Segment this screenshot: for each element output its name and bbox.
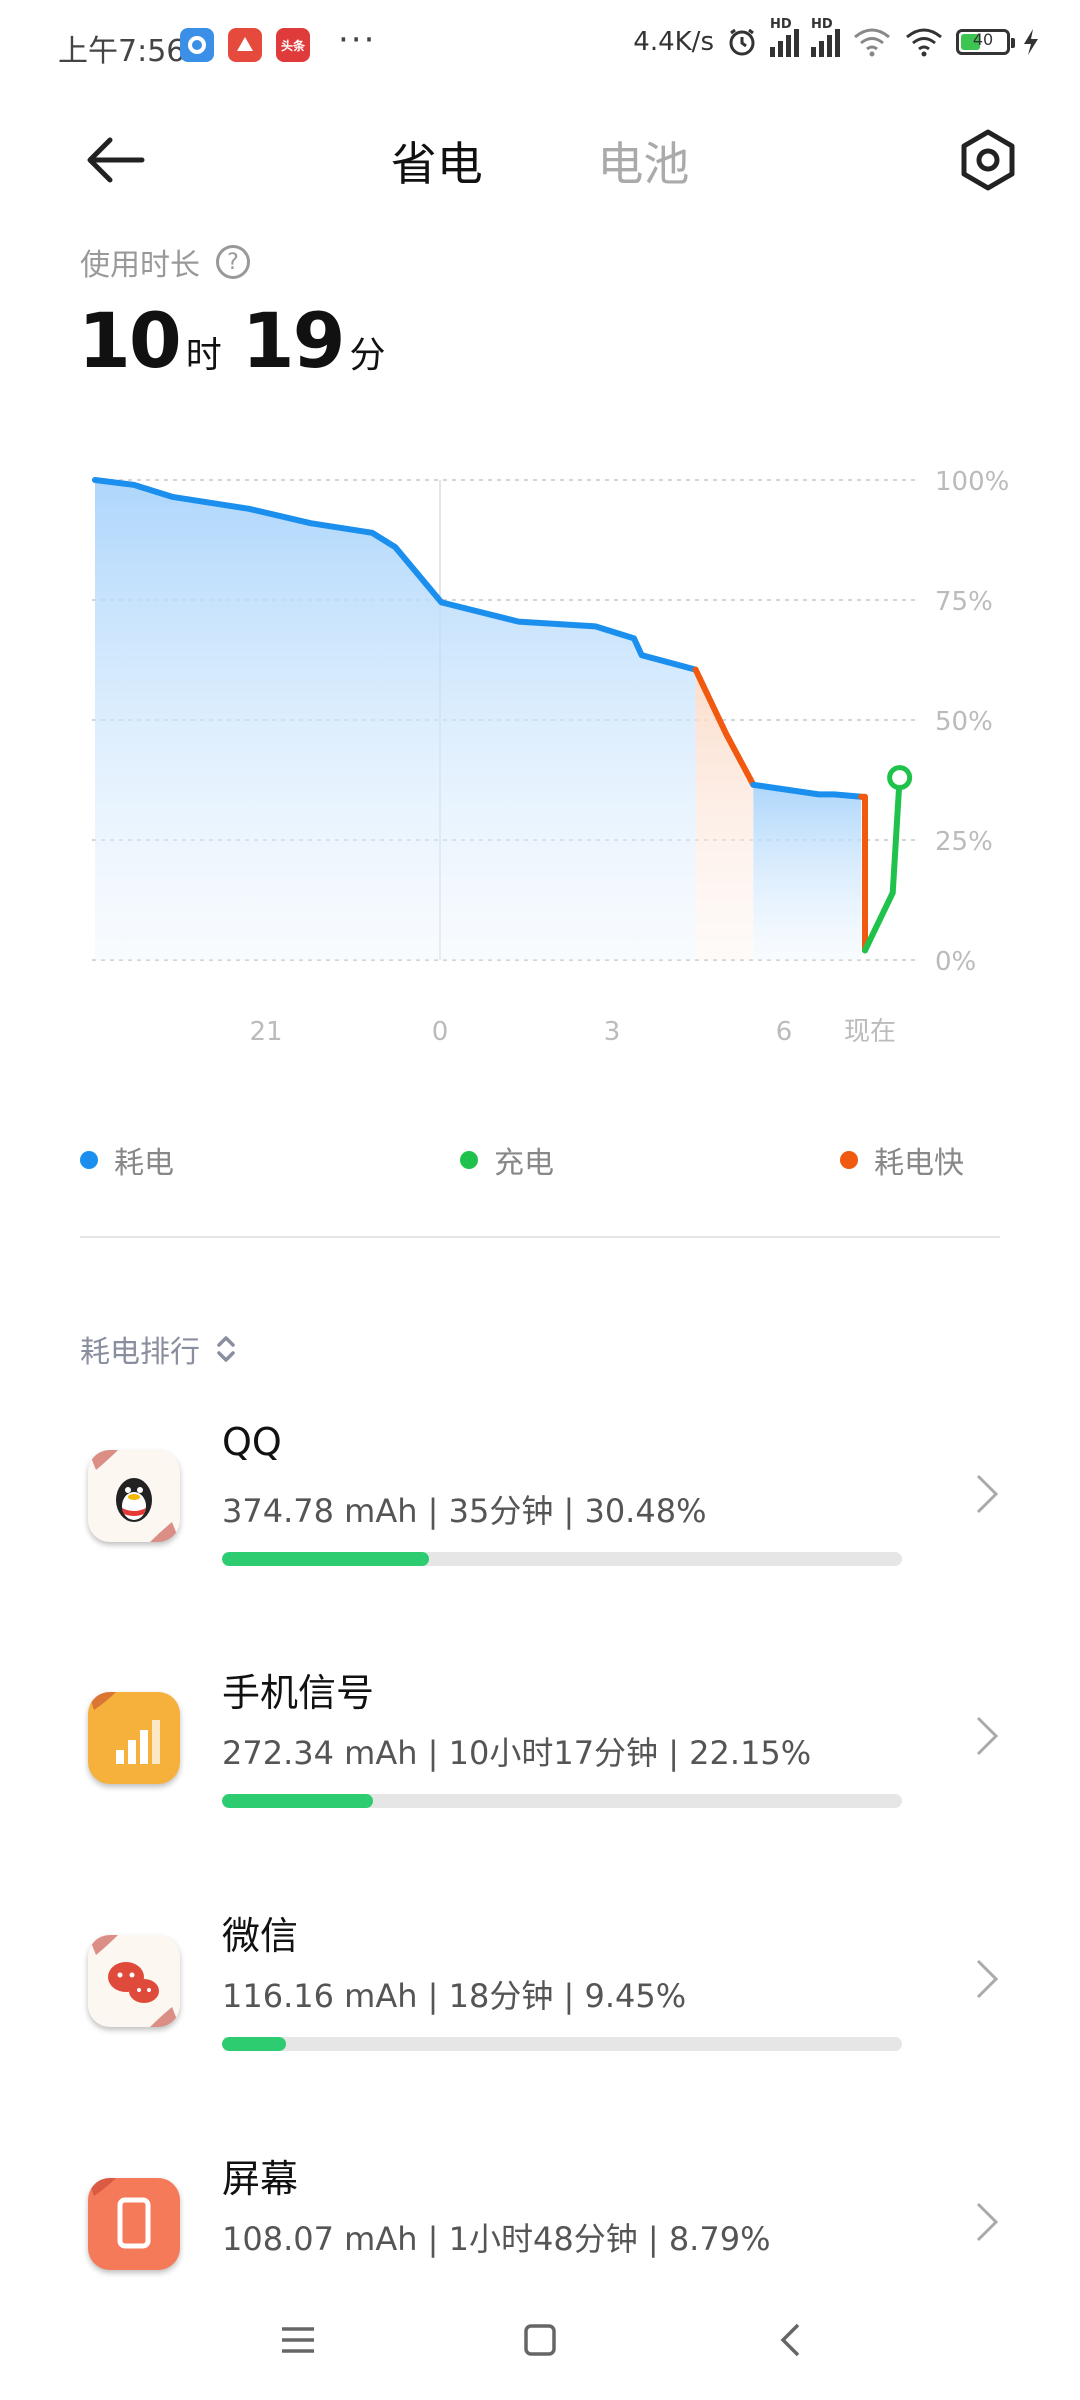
y-tick-label: 100% xyxy=(935,467,1009,497)
help-icon[interactable]: ? xyxy=(216,245,250,279)
app-row-wechat[interactable]: 微信 116.16 mAh | 18分钟 | 9.45% xyxy=(0,1905,1080,2105)
usage-hours-unit: 时 xyxy=(185,335,222,376)
toutiao-icon: 头条 xyxy=(276,28,310,62)
status-right: 4.4K/s HD HD 40 xyxy=(633,17,1040,58)
hd-label: HD xyxy=(811,17,833,32)
status-time: 上午7:56 xyxy=(58,34,186,69)
legend-dot-fast-drain xyxy=(840,1151,858,1169)
series-area-0 xyxy=(95,480,696,960)
home-nav-button[interactable] xyxy=(510,2310,570,2370)
app-usage-detail: 272.34 mAh | 10小时17分钟 | 22.15% xyxy=(222,1734,812,1772)
alarm-icon xyxy=(729,28,755,56)
legend-item-charge: 充电 xyxy=(460,1138,554,1182)
series-line-4 xyxy=(862,774,903,954)
series-area-2 xyxy=(753,784,862,960)
chevron-right-icon xyxy=(976,1474,999,1514)
battery-level: 40 xyxy=(972,30,994,49)
qq-icon xyxy=(88,1450,180,1542)
back-nav-button[interactable] xyxy=(760,2310,820,2370)
app-name: 微信 xyxy=(222,1914,299,1958)
x-tick-label: 6 xyxy=(776,1017,793,1047)
legend-label-drain: 耗电 xyxy=(114,1146,174,1181)
legend-item-drain: 耗电 xyxy=(80,1138,174,1182)
tab-battery[interactable]: 电池 xyxy=(597,128,689,194)
usage-minutes-unit: 分 xyxy=(349,335,386,376)
game-icon xyxy=(228,28,262,62)
app-usage-detail: 108.07 mAh | 1小时48分钟 | 8.79% xyxy=(222,2220,771,2258)
network-speed: 4.4K/s xyxy=(633,27,714,57)
app-usage-bar xyxy=(222,1794,902,1808)
signal-icon xyxy=(88,1692,180,1784)
legend-item-fast-drain: 耗电快 xyxy=(840,1138,964,1182)
sort-toggle-icon xyxy=(217,1336,235,1362)
x-tick-label: 3 xyxy=(604,1017,621,1047)
app-name: 屏幕 xyxy=(222,2157,299,2201)
y-tick-label: 25% xyxy=(935,827,993,857)
series-area-1 xyxy=(695,669,754,960)
app-usage-bar-fill xyxy=(222,2037,287,2051)
app-row-qq[interactable]: QQ 374.78 mAh | 35分钟 | 30.48% xyxy=(0,1420,1080,1620)
divider xyxy=(80,1236,1000,1238)
current-level-marker xyxy=(887,765,913,791)
hd-label: HD xyxy=(770,17,792,32)
app-name: 手机信号 xyxy=(222,1671,375,1715)
consumption-ranking-sort[interactable]: 耗电排行 xyxy=(80,1327,236,1371)
signal-strength-icon-1: HD xyxy=(770,17,799,57)
series-line-3 xyxy=(858,793,868,954)
app-name: QQ xyxy=(222,1420,282,1464)
x-tick-label: 21 xyxy=(249,1017,282,1047)
app-usage-bar xyxy=(222,1552,902,1566)
browser-icon xyxy=(180,28,214,62)
usage-duration-value: 10 时 19 分 xyxy=(78,296,400,385)
x-tick-label: 0 xyxy=(432,1017,449,1047)
usage-label-text: 使用时长 xyxy=(80,248,200,283)
settings-gear-icon[interactable] xyxy=(956,128,1020,192)
menu-icon xyxy=(282,2327,314,2353)
top-bar: 省电 电池 xyxy=(0,110,1080,210)
app-usage-detail: 116.16 mAh | 18分钟 | 9.45% xyxy=(222,1977,687,2015)
screen-icon xyxy=(88,2178,180,2270)
y-tick-label: 0% xyxy=(935,947,976,977)
wifi-icon-2 xyxy=(906,28,942,57)
app-row-mobile-signal[interactable]: 手机信号 272.34 mAh | 10小时17分钟 | 22.15% xyxy=(0,1662,1080,1862)
wifi-icon xyxy=(854,28,890,57)
chevron-right-icon xyxy=(976,1959,999,1999)
charging-bolt-icon xyxy=(1024,29,1038,55)
app-usage-detail: 374.78 mAh | 35分钟 | 30.48% xyxy=(222,1492,707,1530)
legend-dot-drain xyxy=(80,1151,98,1169)
system-navigation-bar xyxy=(0,2280,1080,2400)
status-bar: 上午7:56 头条 ··· 4.4K/s HD HD 40 xyxy=(0,0,1080,96)
ranking-title: 耗电排行 xyxy=(80,1335,200,1370)
legend-label-charge: 充电 xyxy=(494,1146,554,1181)
app-usage-bar-fill xyxy=(222,1552,430,1566)
legend-label-fast-drain: 耗电快 xyxy=(874,1146,964,1181)
more-notifications-indicator: ··· xyxy=(338,20,377,60)
tab-power-saving[interactable]: 省电 xyxy=(391,128,483,194)
app-usage-bar xyxy=(222,2037,902,2051)
usage-minutes: 19 xyxy=(241,296,346,385)
x-tick-label: 现在 xyxy=(844,1017,896,1047)
chevron-right-icon xyxy=(976,1716,999,1756)
chevron-right-icon xyxy=(976,2202,999,2242)
usage-duration-label: 使用时长 ? xyxy=(80,240,250,284)
tab-bar: 省电 电池 xyxy=(0,128,1080,194)
home-square-icon xyxy=(524,2324,556,2356)
battery-level-chart: 100% 75% 50% 25% 0% 21 0 3 6 现在 xyxy=(92,467,1009,1047)
battery-icon: 40 xyxy=(956,29,1015,55)
app-row-screen[interactable]: 屏幕 108.07 mAh | 1小时48分钟 | 8.79% xyxy=(0,2148,1080,2278)
y-tick-label: 50% xyxy=(935,707,993,737)
back-chevron-icon xyxy=(780,2323,800,2357)
menu-nav-button[interactable] xyxy=(268,2310,328,2370)
notification-icons: 头条 xyxy=(180,28,310,62)
signal-strength-icon-2: HD xyxy=(811,17,840,57)
y-tick-label: 75% xyxy=(935,587,993,617)
legend-dot-charge xyxy=(460,1151,478,1169)
chart-legend: 耗电 充电 耗电快 xyxy=(80,1138,1000,1181)
usage-hours: 10 xyxy=(78,296,182,385)
app-usage-bar-fill xyxy=(222,1794,373,1808)
wechat-icon xyxy=(88,1935,180,2027)
